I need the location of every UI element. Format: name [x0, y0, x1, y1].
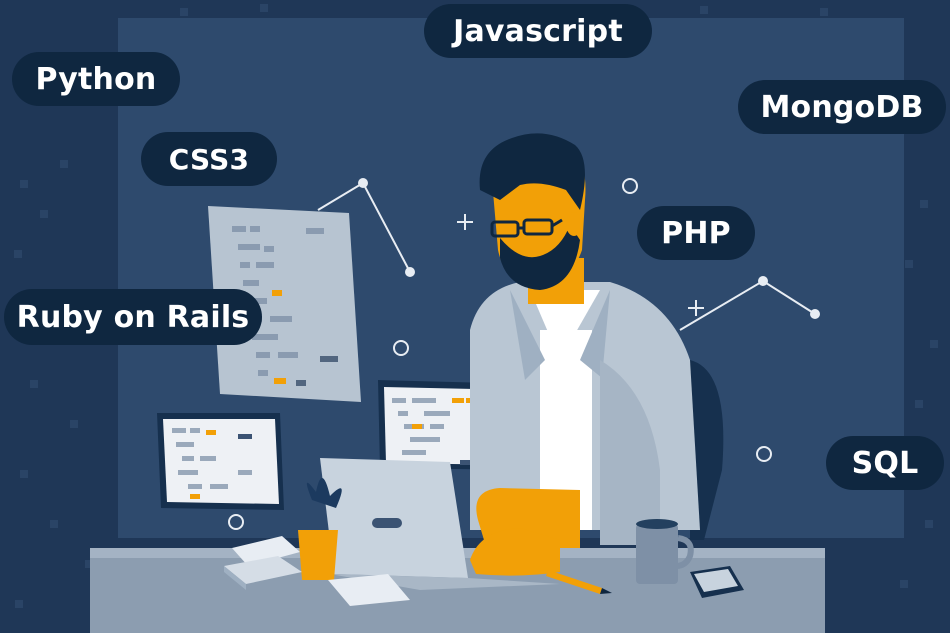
tag-css3: CSS3: [141, 132, 277, 186]
tag-javascript: Javascript: [424, 4, 652, 58]
tag-label: CSS3: [168, 142, 250, 176]
graph-node: [405, 267, 415, 277]
small-screen: [157, 413, 284, 510]
graph-node: [810, 309, 820, 319]
tag-ruby-on-rails: Ruby on Rails: [4, 289, 262, 345]
tag-label: PHP: [661, 215, 731, 251]
tag-sql: SQL: [826, 436, 944, 490]
graph-node: [358, 178, 368, 188]
plus-icon: [457, 214, 473, 230]
tag-python: Python: [12, 52, 180, 106]
tag-mongodb: MongoDB: [738, 80, 946, 134]
tag-label: Javascript: [453, 13, 623, 49]
circle-icon: [393, 340, 409, 356]
developer-figure: [470, 133, 700, 560]
tag-label: SQL: [851, 445, 919, 481]
tag-label: Ruby on Rails: [16, 299, 250, 335]
line-graph-right: [679, 279, 816, 331]
tag-label: MongoDB: [760, 89, 924, 125]
circle-icon: [622, 178, 638, 194]
plus-icon: [688, 300, 704, 316]
tag-php: PHP: [637, 206, 755, 260]
circle-icon: [756, 446, 772, 462]
illustration-stage: Javascript Python MongoDB CSS3 PHP Ruby …: [0, 0, 950, 633]
circle-icon: [228, 514, 244, 530]
tag-label: Python: [35, 61, 157, 97]
graph-node: [758, 276, 768, 286]
